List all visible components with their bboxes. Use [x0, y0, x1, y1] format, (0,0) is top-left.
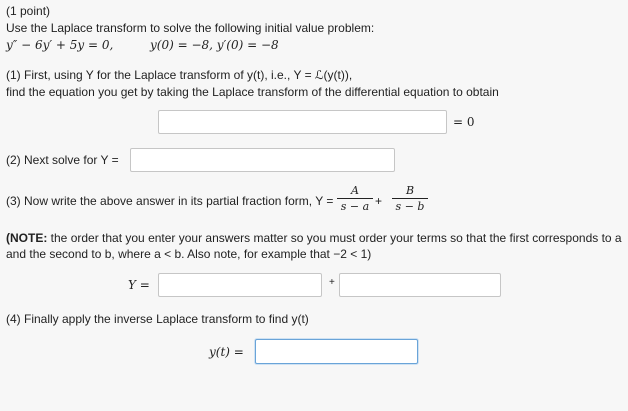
- partial-fraction-b: B s − b: [392, 184, 428, 213]
- equals-zero-label: = 0: [453, 115, 475, 129]
- note-line1: (NOTE: the order that you enter your ans…: [6, 231, 622, 245]
- y-of-t-label: y(t) =: [209, 345, 244, 359]
- partial-plus-sign: +: [329, 277, 335, 288]
- note-text-line2: and the second to b, where a < b. Also n…: [6, 247, 372, 261]
- fraction-b-numerator: B: [405, 184, 415, 197]
- fraction-a-bar: [337, 198, 373, 199]
- points-label: (1 point): [6, 4, 51, 18]
- inverse-laplace-input[interactable]: [255, 339, 418, 364]
- step2-label: (2) Next solve for Y =: [6, 153, 119, 167]
- solve-for-y-input[interactable]: [130, 148, 395, 172]
- fraction-a-numerator: A: [351, 184, 359, 197]
- initial-conditions: y(0) = −8, y′(0) = −8: [150, 38, 279, 52]
- fraction-b-bar: [392, 198, 428, 199]
- first-partial-fraction-input[interactable]: [158, 273, 322, 297]
- second-partial-fraction-input[interactable]: [339, 273, 501, 297]
- y-equals-label: Y =: [128, 278, 150, 292]
- note-bold-label: (NOTE:: [6, 231, 48, 245]
- step1-text-line1: (1) First, using Y for the Laplace trans…: [6, 68, 353, 82]
- step4-label: (4) Finally apply the inverse Laplace tr…: [6, 312, 309, 326]
- transformed-equation-input[interactable]: [158, 110, 447, 134]
- instruction-text: Use the Laplace transform to solve the f…: [6, 21, 375, 35]
- fraction-b-denominator: s − b: [395, 200, 425, 213]
- differential-equation: y″ − 6y′ + 5y = 0,: [6, 38, 114, 52]
- step3-label: (3) Now write the above answer in its pa…: [6, 194, 334, 208]
- note-text-line1: the order that you enter your answers ma…: [50, 231, 622, 245]
- partial-fraction-a: A s − a: [337, 184, 373, 213]
- plus-sign: +: [375, 194, 383, 208]
- step1-text-line2: find the equation you get by taking the …: [6, 85, 499, 99]
- fraction-a-denominator: s − a: [340, 200, 370, 213]
